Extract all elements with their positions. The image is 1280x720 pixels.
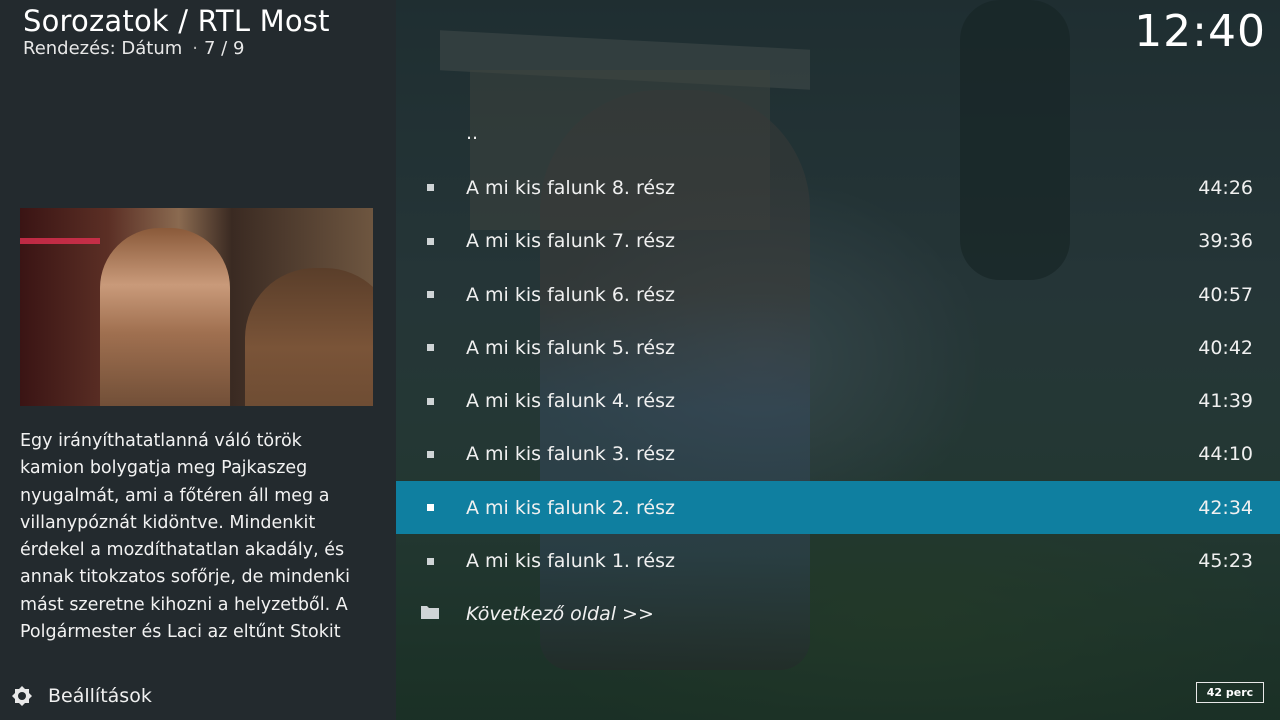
next-page-label: Következő oldal >> (466, 603, 654, 626)
sort-label: Rendezés: Dátum (23, 38, 183, 59)
episode-title: A mi kis falunk 8. rész (466, 176, 675, 199)
list-item[interactable]: A mi kis falunk 3. rész 44:10 (396, 428, 1280, 481)
list-item[interactable]: A mi kis falunk 7. rész 39:36 (396, 215, 1280, 268)
clock: 12:40 (1134, 6, 1266, 57)
list-item-parent[interactable]: .. (396, 108, 1280, 161)
episode-thumbnail (20, 208, 373, 406)
bullet-icon (427, 344, 434, 352)
episode-duration: 44:26 (1198, 176, 1253, 199)
episode-title: A mi kis falunk 7. rész (466, 230, 675, 253)
episode-title: A mi kis falunk 1. rész (466, 550, 675, 573)
settings-button[interactable]: Beállítások (8, 682, 152, 710)
bullet-icon (427, 504, 434, 512)
list-item[interactable]: A mi kis falunk 5. rész 40:42 (396, 321, 1280, 374)
episode-list: .. A mi kis falunk 8. rész 44:26 A mi ki… (396, 108, 1280, 641)
episode-duration: 41:39 (1198, 390, 1253, 413)
parent-folder-label: .. (466, 122, 479, 144)
episode-title: A mi kis falunk 5. rész (466, 336, 675, 359)
thumbnail-figure-right (245, 268, 373, 406)
episode-duration: 45:23 (1198, 550, 1253, 573)
plot-text: Egy irányíthatatlanná váló török kamion … (20, 431, 350, 643)
episode-duration: 40:57 (1198, 283, 1253, 306)
episode-duration: 40:42 (1198, 336, 1253, 359)
folder-icon (421, 604, 439, 623)
settings-icon (8, 682, 36, 710)
bullet-icon (427, 237, 434, 245)
list-item-next-page[interactable]: Következő oldal >> (396, 588, 1280, 641)
list-item[interactable]: A mi kis falunk 4. rész 41:39 (396, 374, 1280, 427)
episode-duration: 44:10 (1198, 443, 1253, 466)
episode-title: A mi kis falunk 6. rész (466, 283, 675, 306)
bullet-icon (427, 184, 434, 192)
bullet-icon (427, 291, 434, 299)
episode-duration: 39:36 (1198, 230, 1253, 253)
list-item-selected[interactable]: A mi kis falunk 2. rész 42:34 (396, 481, 1280, 535)
bullet-icon (427, 450, 434, 458)
list-item[interactable]: A mi kis falunk 6. rész 40:57 (396, 268, 1280, 321)
page-title: Sorozatok / RTL Most (23, 4, 330, 38)
episode-title: A mi kis falunk 3. rész (466, 443, 675, 466)
episode-title: A mi kis falunk 2. rész (466, 496, 675, 519)
bullet-icon (427, 397, 434, 405)
episode-title: A mi kis falunk 4. rész (466, 390, 675, 413)
thumbnail-figure-left (100, 228, 230, 406)
settings-label: Beállítások (48, 685, 152, 707)
item-position: 7 / 9 (204, 38, 245, 59)
episode-duration: 42:34 (1198, 496, 1253, 519)
info-panel: Sorozatok / RTL Most Rendezés: Dátum · 7 /… (0, 0, 396, 720)
list-item[interactable]: A mi kis falunk 8. rész 44:26 (396, 161, 1280, 214)
runtime-badge: 42 perc (1196, 682, 1264, 703)
list-item[interactable]: A mi kis falunk 1. rész 45:23 (396, 534, 1280, 587)
sort-info: Rendezés: Dátum · 7 / 9 (23, 38, 244, 59)
separator-dot: · (192, 38, 198, 59)
thumbnail-lights (20, 238, 100, 244)
bullet-icon (427, 557, 434, 565)
